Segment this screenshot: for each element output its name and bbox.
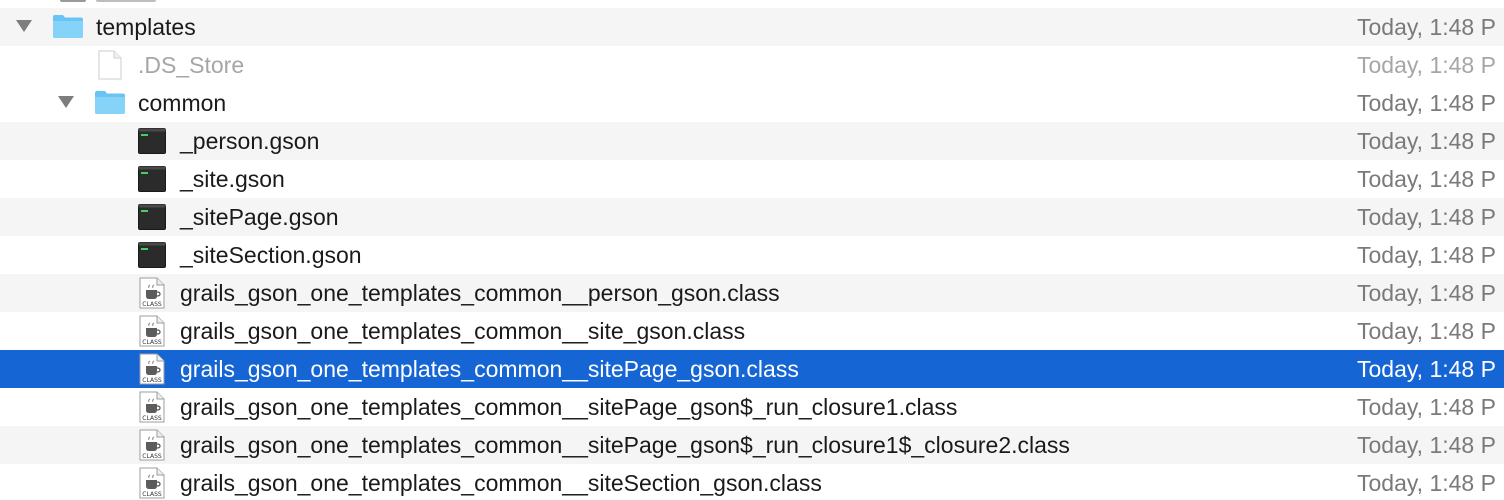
disclosure-triangle-icon[interactable] bbox=[16, 20, 32, 32]
java-class-file-icon: CLASS bbox=[139, 353, 165, 385]
item-name: _sitePage.gson bbox=[180, 204, 339, 230]
item-name: grails_gson_one_templates_common__sitePa… bbox=[180, 356, 799, 382]
item-name: _person.gson bbox=[180, 128, 320, 154]
java-class-file-icon: CLASS bbox=[139, 429, 165, 461]
java-class-file-icon: CLASS bbox=[139, 467, 165, 499]
class-badge-label: CLASS bbox=[142, 301, 162, 308]
item-date-modified: Today, 1:48 P bbox=[1357, 204, 1496, 230]
terminal-document-icon bbox=[138, 242, 166, 268]
list-row-sitepage-gson[interactable]: _sitePage.gson Today, 1:48 P bbox=[0, 198, 1504, 236]
list-row-sitesection-gson[interactable]: _siteSection.gson Today, 1:48 P bbox=[0, 236, 1504, 274]
java-class-file-icon: CLASS bbox=[139, 277, 165, 309]
item-date-modified: Today, 1:48 P bbox=[1357, 14, 1496, 40]
item-name: grails_gson_one_templates_common__sitePa… bbox=[180, 394, 958, 420]
item-date-modified: Today, 1:48 P bbox=[1357, 242, 1496, 268]
class-badge-label: CLASS bbox=[142, 415, 162, 422]
terminal-document-icon bbox=[138, 128, 166, 154]
class-badge-label: CLASS bbox=[142, 339, 162, 346]
partial-row-above bbox=[0, 0, 1504, 8]
partial-icon bbox=[60, 0, 86, 2]
java-class-file-icon: CLASS bbox=[139, 391, 165, 423]
item-name: .DS_Store bbox=[138, 52, 245, 78]
disclosure-triangle-icon[interactable] bbox=[58, 96, 74, 108]
class-badge-label: CLASS bbox=[142, 377, 162, 384]
list-row-sitepage-class[interactable]: CLASS grails_gson_one_templates_common__… bbox=[0, 350, 1504, 388]
item-name: grails_gson_one_templates_common__site_g… bbox=[180, 318, 746, 344]
folder-icon bbox=[53, 15, 83, 38]
class-badge-label: CLASS bbox=[142, 491, 162, 498]
list-row-sitepage-closure2-class[interactable]: CLASS grails_gson_one_templates_common__… bbox=[0, 426, 1504, 464]
item-date-modified: Today, 1:48 P bbox=[1357, 470, 1496, 496]
list-row-templates[interactable]: templates Today, 1:48 P bbox=[0, 8, 1504, 46]
item-date-modified: Today, 1:48 P bbox=[1357, 356, 1496, 382]
java-class-file-icon: CLASS bbox=[139, 315, 165, 347]
list-row-common[interactable]: common Today, 1:48 P bbox=[0, 84, 1504, 122]
item-name: grails_gson_one_templates_common__person… bbox=[180, 280, 780, 306]
list-row-sitesection-class[interactable]: CLASS grails_gson_one_templates_common__… bbox=[0, 464, 1504, 500]
item-date-modified: Today, 1:48 P bbox=[1357, 166, 1496, 192]
list-row-person-class[interactable]: CLASS grails_gson_one_templates_common__… bbox=[0, 274, 1504, 312]
list-row-sitepage-closure1-class[interactable]: CLASS grails_gson_one_templates_common__… bbox=[0, 388, 1504, 426]
list-row-ds-store[interactable]: .DS_Store Today, 1:48 P bbox=[0, 46, 1504, 84]
item-name: templates bbox=[96, 14, 196, 40]
item-name: _siteSection.gson bbox=[180, 242, 362, 268]
item-name: grails_gson_one_templates_common__siteSe… bbox=[180, 470, 822, 496]
blank-document-icon bbox=[98, 50, 122, 80]
list-row-site-class[interactable]: CLASS grails_gson_one_templates_common__… bbox=[0, 312, 1504, 350]
item-name: _site.gson bbox=[180, 166, 285, 192]
finder-list-view: templates Today, 1:48 P .DS_Store Today,… bbox=[0, 0, 1504, 500]
item-date-modified: Today, 1:48 P bbox=[1357, 318, 1496, 344]
item-date-modified: Today, 1:48 P bbox=[1357, 52, 1496, 78]
terminal-document-icon bbox=[138, 166, 166, 192]
terminal-document-icon bbox=[138, 204, 166, 230]
partial-label bbox=[96, 0, 156, 2]
list-row-person-gson[interactable]: _person.gson Today, 1:48 P bbox=[0, 122, 1504, 160]
item-date-modified: Today, 1:48 P bbox=[1357, 280, 1496, 306]
list-row-site-gson[interactable]: _site.gson Today, 1:48 P bbox=[0, 160, 1504, 198]
item-date-modified: Today, 1:48 P bbox=[1357, 90, 1496, 116]
folder-icon bbox=[95, 91, 125, 114]
item-date-modified: Today, 1:48 P bbox=[1357, 432, 1496, 458]
class-badge-label: CLASS bbox=[142, 453, 162, 460]
item-name: grails_gson_one_templates_common__sitePa… bbox=[180, 432, 1070, 458]
item-date-modified: Today, 1:48 P bbox=[1357, 394, 1496, 420]
item-date-modified: Today, 1:48 P bbox=[1357, 128, 1496, 154]
item-name: common bbox=[138, 90, 227, 116]
